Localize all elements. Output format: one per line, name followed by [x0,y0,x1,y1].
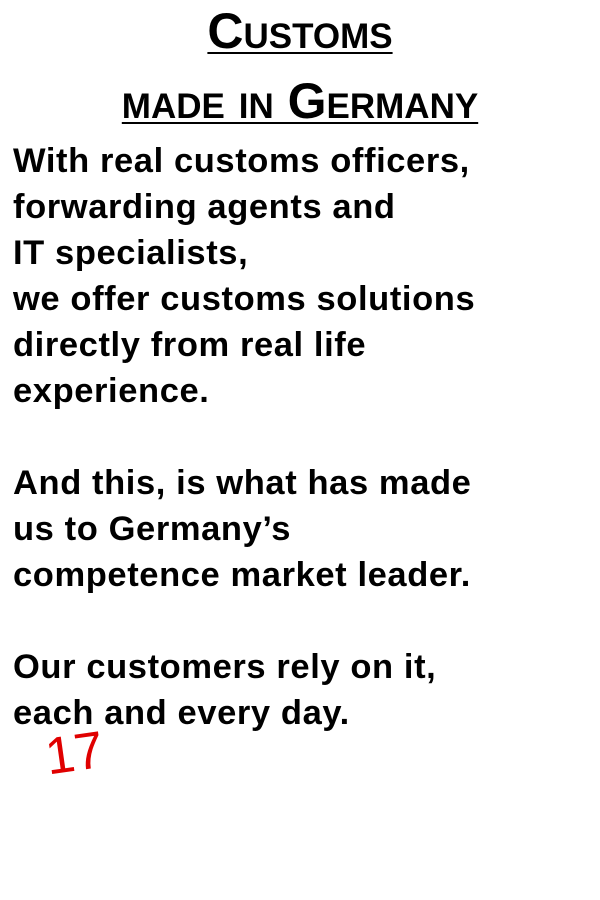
text-line: us to Germany’s [13,510,292,548]
paragraph-2: And this, is what has made us to Germany… [13,460,593,598]
page-number-marker: 17 [41,720,108,787]
paragraph-3: Our customers rely on it, each and every… [13,644,593,736]
text-line: forwarding agents and [13,188,396,226]
text-line: Our customers rely on it, [13,648,437,686]
text-line: With real customs officers, [13,142,470,180]
body-text: With real customs officers, forwarding a… [13,138,593,736]
text-line: And this, is what has made [13,464,472,502]
text-line: experience. [13,372,210,410]
text-line: we offer customs solutions [13,280,476,318]
page-title-line-2: made in Germany [121,73,479,129]
text-line: IT specialists, [13,234,249,272]
text-line: directly from real life [13,326,367,364]
paragraph-1: With real customs officers, forwarding a… [13,138,593,414]
text-line: competence market leader. [13,556,471,594]
page-title-line-1: Customs [207,3,393,59]
